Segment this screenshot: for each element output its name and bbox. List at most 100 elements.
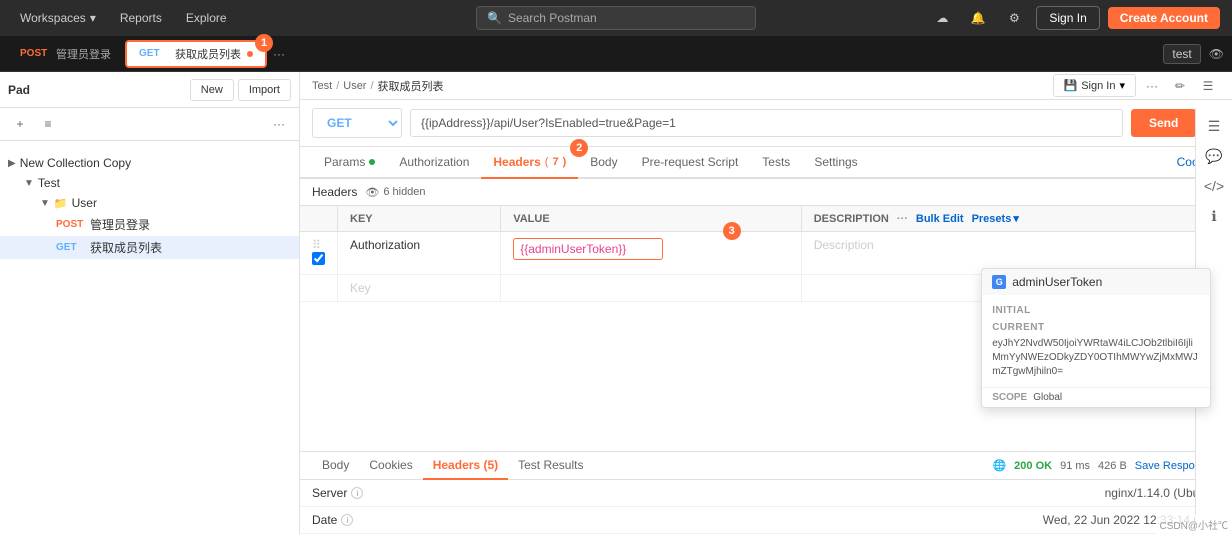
current-value: eyJhY2NvdW50IjoiYWRtaW4iLCJOb2tlbiI6Ijli… xyxy=(982,335,1210,381)
edit-btn[interactable]: ✏ xyxy=(1168,74,1192,98)
sidebar-item-post-login[interactable]: POST 管理员登录 xyxy=(0,213,299,236)
tab-item-1[interactable]: GET 获取成员列表 1 xyxy=(125,40,267,68)
resp-tab-headers[interactable]: Headers (5) xyxy=(423,452,508,480)
tabs-bar: POST 管理员登录 GET 获取成员列表 1 ··· test 👁 xyxy=(0,36,1232,72)
tab-headers[interactable]: Headers (7) 2 xyxy=(481,147,578,179)
resp-tab-cookies[interactable]: Cookies xyxy=(359,452,422,480)
resp-tab-body[interactable]: Body xyxy=(312,452,359,480)
search-bar[interactable]: 🔍 Search Postman xyxy=(476,6,756,30)
headers-table-header: KEY VALUE DESCRIPTION ··· Bulk Edit xyxy=(300,206,1232,232)
resp-tab-test-results[interactable]: Test Results xyxy=(508,452,593,480)
tab-headers-label: Headers xyxy=(493,155,540,169)
method-select[interactable]: GET POST PUT DELETE xyxy=(312,108,402,138)
tab-settings-label: Settings xyxy=(814,155,857,169)
server-key: Server i xyxy=(312,486,363,500)
tab-headers-count: 7 xyxy=(552,156,558,168)
eye-icon-nav[interactable]: 👁 xyxy=(1209,47,1224,61)
server-key-label: Server xyxy=(312,486,347,500)
settings-icon-btn[interactable]: ⚙ xyxy=(1000,4,1028,32)
key-placeholder: Key xyxy=(350,281,371,295)
autocomplete-suggestion-row[interactable]: G adminUserToken xyxy=(982,269,1210,295)
save-button[interactable]: 💾 Sign In ▾ xyxy=(1053,74,1136,97)
send-button[interactable]: Send xyxy=(1131,109,1196,137)
desc-col-label: DESCRIPTION xyxy=(814,213,889,225)
desc-more-icon[interactable]: ··· xyxy=(897,213,908,225)
user-folder-label: User xyxy=(72,196,97,210)
new-row-checkbox-cell xyxy=(300,275,338,302)
env-selector[interactable]: test xyxy=(1163,44,1200,64)
sidebar-item-user-folder[interactable]: ▼ 📁 User xyxy=(0,193,299,213)
sidebar-pad-label: Pad xyxy=(8,83,30,97)
row-checkbox[interactable] xyxy=(312,252,325,265)
th-actions: DESCRIPTION ··· Bulk Edit Presets ▾ xyxy=(814,212,1184,225)
new-button[interactable]: New xyxy=(190,79,234,101)
new-row-value[interactable] xyxy=(501,275,802,302)
sidebar-item-collection-copy[interactable]: ▶ New Collection Copy xyxy=(0,153,299,173)
explore-link[interactable]: Explore xyxy=(178,7,235,29)
sidebar-item-get-members[interactable]: GET 获取成员列表 xyxy=(0,236,299,259)
bottom-section: Body Cookies Headers (5) Test Results 🌐 … xyxy=(300,451,1232,534)
save-dropdown-arrow[interactable]: ▾ xyxy=(1119,79,1125,92)
bulk-edit-btn[interactable]: Bulk Edit xyxy=(916,213,964,225)
row-key: Authorization xyxy=(350,238,420,252)
server-info-icon[interactable]: i xyxy=(351,487,363,499)
params-dot xyxy=(369,159,375,165)
suggestion-name: adminUserToken xyxy=(1012,275,1102,289)
breadcrumb-test[interactable]: Test xyxy=(312,80,332,92)
hidden-count: 6 hidden xyxy=(383,186,425,198)
add-collection-btn[interactable]: + xyxy=(8,112,32,136)
method-badge-post-login: POST xyxy=(56,219,86,230)
tabs-ellipsis[interactable]: ··· xyxy=(273,47,285,61)
tab-body-label: Body xyxy=(590,155,617,169)
url-input[interactable] xyxy=(410,109,1123,137)
workspaces-menu[interactable]: Workspaces ▾ xyxy=(12,7,104,29)
chevron-down-test-icon: ▼ xyxy=(24,178,34,189)
th-value: VALUE xyxy=(501,206,802,232)
view-btn[interactable]: ☰ xyxy=(1196,74,1220,98)
tab-method-post-0: POST xyxy=(20,48,50,59)
date-info-icon[interactable]: i xyxy=(341,514,353,526)
tab-auth-label: Authorization xyxy=(399,155,469,169)
right-icon-3[interactable]: </> xyxy=(1200,172,1228,200)
import-button[interactable]: Import xyxy=(238,79,291,101)
sign-in-button[interactable]: Sign In xyxy=(1036,6,1099,30)
row-value: {{adminUserToken}} xyxy=(520,242,626,256)
tab-pre-request[interactable]: Pre-request Script xyxy=(630,147,751,179)
filter-btn[interactable]: ≡ xyxy=(36,112,60,136)
tab-settings[interactable]: Settings xyxy=(802,147,869,179)
tab-tests[interactable]: Tests xyxy=(750,147,802,179)
url-bar: GET POST PUT DELETE Send ▾ xyxy=(300,100,1232,147)
tab-unsaved-dot-1 xyxy=(247,51,253,57)
cloud-icon-btn[interactable]: ☁ xyxy=(928,4,956,32)
sidebar-more-btn[interactable]: ··· xyxy=(267,112,291,136)
search-placeholder: Search Postman xyxy=(508,11,597,25)
row-value-cell[interactable]: {{adminUserToken}} 3 G adminUserToken xyxy=(501,232,802,275)
right-icon-1[interactable]: ☰ xyxy=(1200,112,1228,140)
save-icon: 💾 xyxy=(1064,79,1078,92)
right-icon-2[interactable]: 💬 xyxy=(1200,142,1228,170)
more-options-btn[interactable]: ··· xyxy=(1140,74,1164,98)
method-badge-get-members: GET xyxy=(56,242,86,253)
tab-params[interactable]: Params xyxy=(312,147,387,179)
presets-label: Presets xyxy=(972,213,1012,225)
tab-authorization[interactable]: Authorization xyxy=(387,147,481,179)
tab-item-0[interactable]: POST 管理员登录 xyxy=(8,40,123,68)
presets-btn[interactable]: Presets ▾ xyxy=(972,212,1019,225)
breadcrumb-user[interactable]: User xyxy=(343,80,366,92)
resp-headers-label: Headers xyxy=(433,458,480,472)
create-account-button[interactable]: Create Account xyxy=(1108,7,1220,29)
collection-copy-label: New Collection Copy xyxy=(20,156,131,170)
badge-1: 1 xyxy=(255,34,273,52)
autocomplete-popup: G adminUserToken INITIAL CURRENT eyJhY2N… xyxy=(981,268,1211,408)
sidebar-item-test-folder[interactable]: ▼ Test xyxy=(0,173,299,193)
right-icon-4[interactable]: ℹ xyxy=(1200,202,1228,230)
row-key-cell[interactable]: Authorization xyxy=(338,232,501,275)
tab-right: test 👁 xyxy=(1163,44,1224,64)
reports-link[interactable]: Reports xyxy=(112,7,170,29)
bell-icon-btn[interactable]: 🔔 xyxy=(964,4,992,32)
new-row-key[interactable]: Key xyxy=(338,275,501,302)
breadcrumb-current: 获取成员列表 xyxy=(378,78,444,94)
th-checkbox xyxy=(300,206,338,232)
folder-icon: 📁 xyxy=(54,197,68,210)
initial-label: INITIAL xyxy=(982,301,1210,318)
